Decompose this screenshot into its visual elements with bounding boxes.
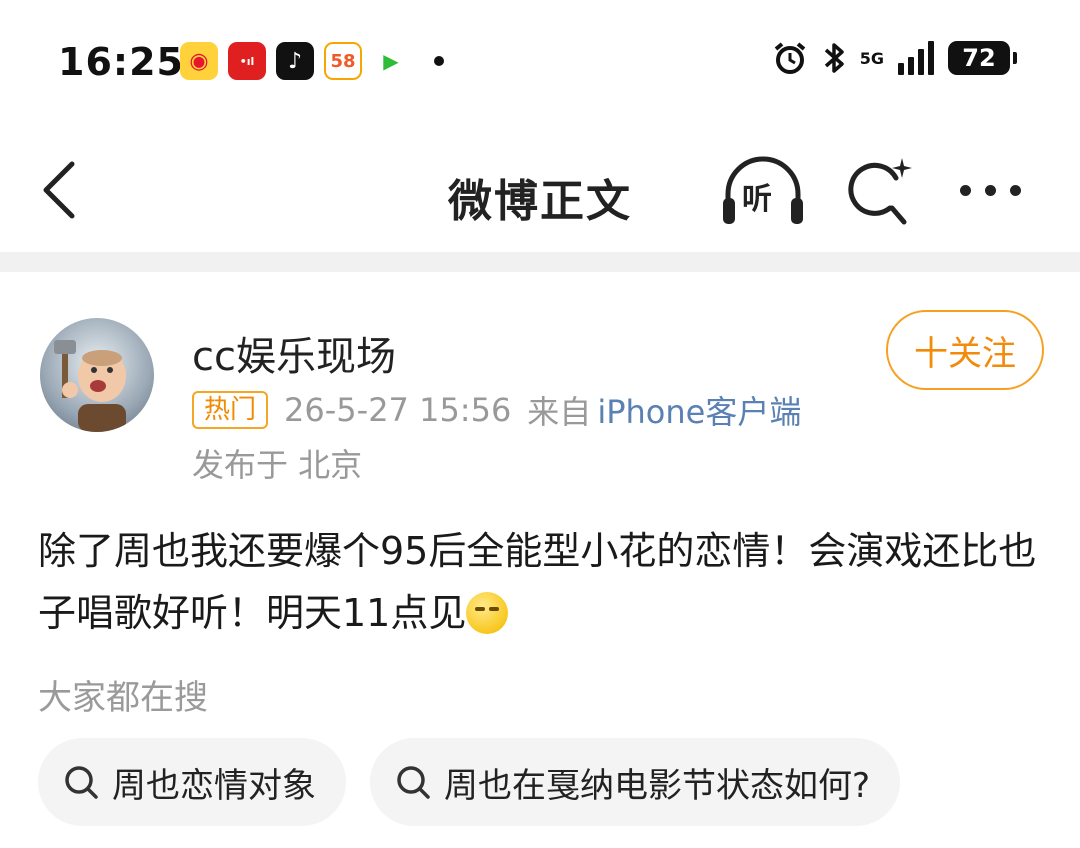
search-button[interactable] <box>846 152 916 228</box>
author-name[interactable]: cc娱乐现场 <box>192 324 396 382</box>
post-body: 除了周也我还要爆个95后全能型小花的恋情！会演戏还比也子唱歌好听！明天11点见 <box>38 520 1042 644</box>
listen-label: 听 <box>742 182 772 217</box>
nav-bar: 微博正文 听 <box>0 130 1080 250</box>
search-chip[interactable]: 周也在戛纳电影节状态如何? <box>370 738 901 826</box>
status-indicators: 5G 72 <box>772 40 1017 76</box>
iqiyi-app-icon: ▶ <box>372 42 410 80</box>
battery-icon: 72 <box>948 41 1017 75</box>
58-app-icon: 58 <box>324 42 362 80</box>
section-divider <box>0 252 1080 272</box>
page-title: 微博正文 <box>448 176 632 227</box>
tiktok-app-icon: ♪ <box>276 42 314 80</box>
more-options-button[interactable] <box>960 170 1040 210</box>
status-clock: 16:25 <box>58 40 184 84</box>
signal-strength-icon <box>898 41 934 75</box>
listen-button[interactable]: 听 <box>718 150 808 230</box>
post-datetime: 26-5-27 15:56 <box>284 391 512 429</box>
status-bar: 16:25 ◉ •ıl ♪ 58 ▶ 5G 72 <box>0 0 1080 120</box>
trending-search-label: 大家都在搜 <box>38 678 208 718</box>
post-meta: 热门 26-5-27 15:56 来自 iPhone客户端 <box>192 388 801 432</box>
notification-app-icons: ◉ •ıl ♪ 58 ▶ <box>180 42 444 80</box>
more-dot-icon <box>985 184 996 196</box>
bluetooth-icon <box>824 43 844 73</box>
post-text: 除了周也我还要爆个95后全能型小花的恋情！会演戏还比也子唱歌好听！明天11点见 <box>38 529 1037 635</box>
post-source[interactable]: iPhone客户端 <box>597 387 801 433</box>
search-sparkle-icon <box>848 158 912 225</box>
source-prefix: 来自 <box>527 393 592 431</box>
author-avatar[interactable] <box>40 318 154 432</box>
search-icon <box>65 766 98 799</box>
follow-button[interactable]: 十关注 <box>886 310 1044 390</box>
search-icon <box>397 766 430 799</box>
more-dot-icon <box>1010 184 1021 196</box>
alarm-icon <box>774 42 806 74</box>
trending-search-chips: 周也恋情对象 周也在戛纳电影节状态如何? <box>38 738 901 826</box>
post-location: 发布于 北京 <box>192 446 363 484</box>
weibo-app-icon: ◉ <box>180 42 218 80</box>
more-notifications-dot-icon <box>434 56 444 66</box>
more-dot-icon <box>960 184 971 196</box>
network-type: 5G <box>859 48 884 68</box>
hot-badge: 热门 <box>192 391 269 429</box>
avatar-baby-viking-image <box>54 340 126 432</box>
thinking-emoji-icon <box>466 592 509 634</box>
search-chip-label: 周也在戛纳电影节状态如何? <box>444 765 871 806</box>
search-chip-label: 周也恋情对象 <box>112 765 316 806</box>
red-app-icon: •ıl <box>228 42 266 80</box>
search-chip[interactable]: 周也恋情对象 <box>38 738 346 826</box>
